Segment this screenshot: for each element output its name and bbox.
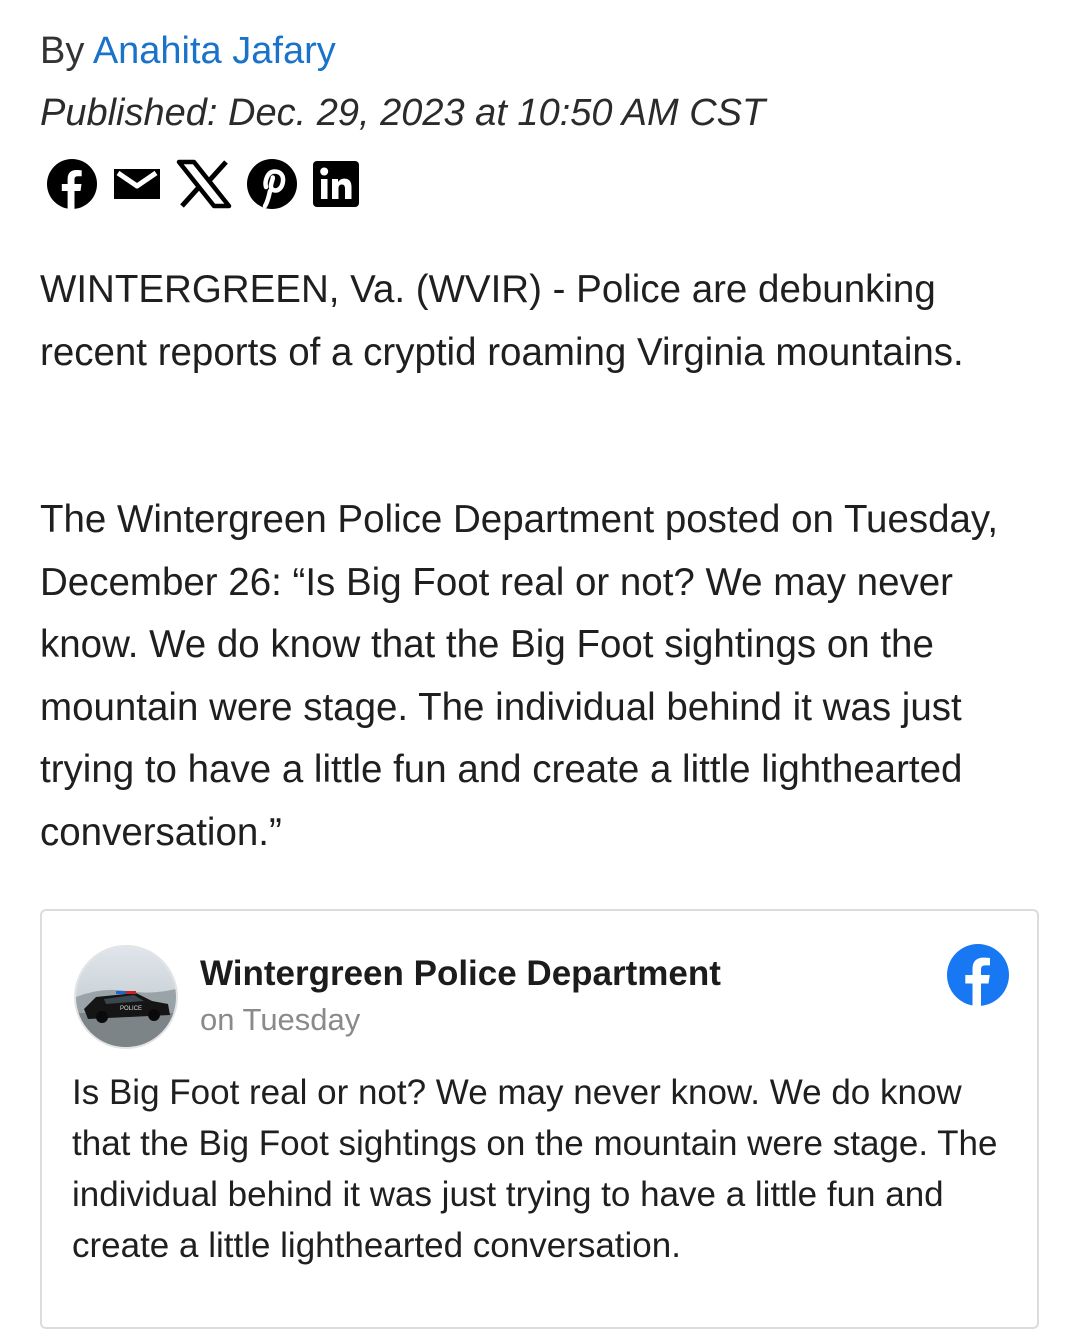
post-body-text: Is Big Foot real or not? We may never kn…: [72, 1073, 998, 1265]
article-paragraph: The Wintergreen Police Department posted…: [40, 498, 999, 854]
share-pinterest-button[interactable]: [246, 158, 298, 210]
share-email-button[interactable]: [112, 158, 162, 210]
post-timestamp[interactable]: on Tuesday: [200, 1001, 360, 1039]
page-avatar[interactable]: POLICE: [74, 945, 178, 1049]
email-icon: [114, 169, 160, 199]
linkedin-icon: [313, 161, 359, 207]
article-paragraph: WINTERGREEN, Va. (WVIR) - Police are deb…: [40, 268, 964, 374]
page-name[interactable]: Wintergreen Police Department: [200, 953, 721, 995]
facebook-icon: [947, 944, 1009, 1007]
author-link[interactable]: Anahita Jafary: [93, 30, 336, 72]
facebook-link[interactable]: [946, 943, 1010, 1007]
share-bar: [46, 158, 374, 210]
pinterest-icon: [247, 159, 297, 209]
byline: By Anahita Jafary: [40, 28, 336, 74]
share-facebook-button[interactable]: [46, 158, 98, 210]
facebook-icon: [47, 159, 97, 210]
share-linkedin-button[interactable]: [312, 158, 360, 210]
x-icon: [176, 159, 232, 209]
byline-prefix: By: [40, 30, 93, 72]
police-car-avatar-image: POLICE: [76, 947, 176, 1047]
svg-text:POLICE: POLICE: [120, 1006, 142, 1012]
published-date: Published: Dec. 29, 2023 at 10:50 AM CST: [40, 92, 766, 134]
share-x-button[interactable]: [176, 158, 232, 210]
